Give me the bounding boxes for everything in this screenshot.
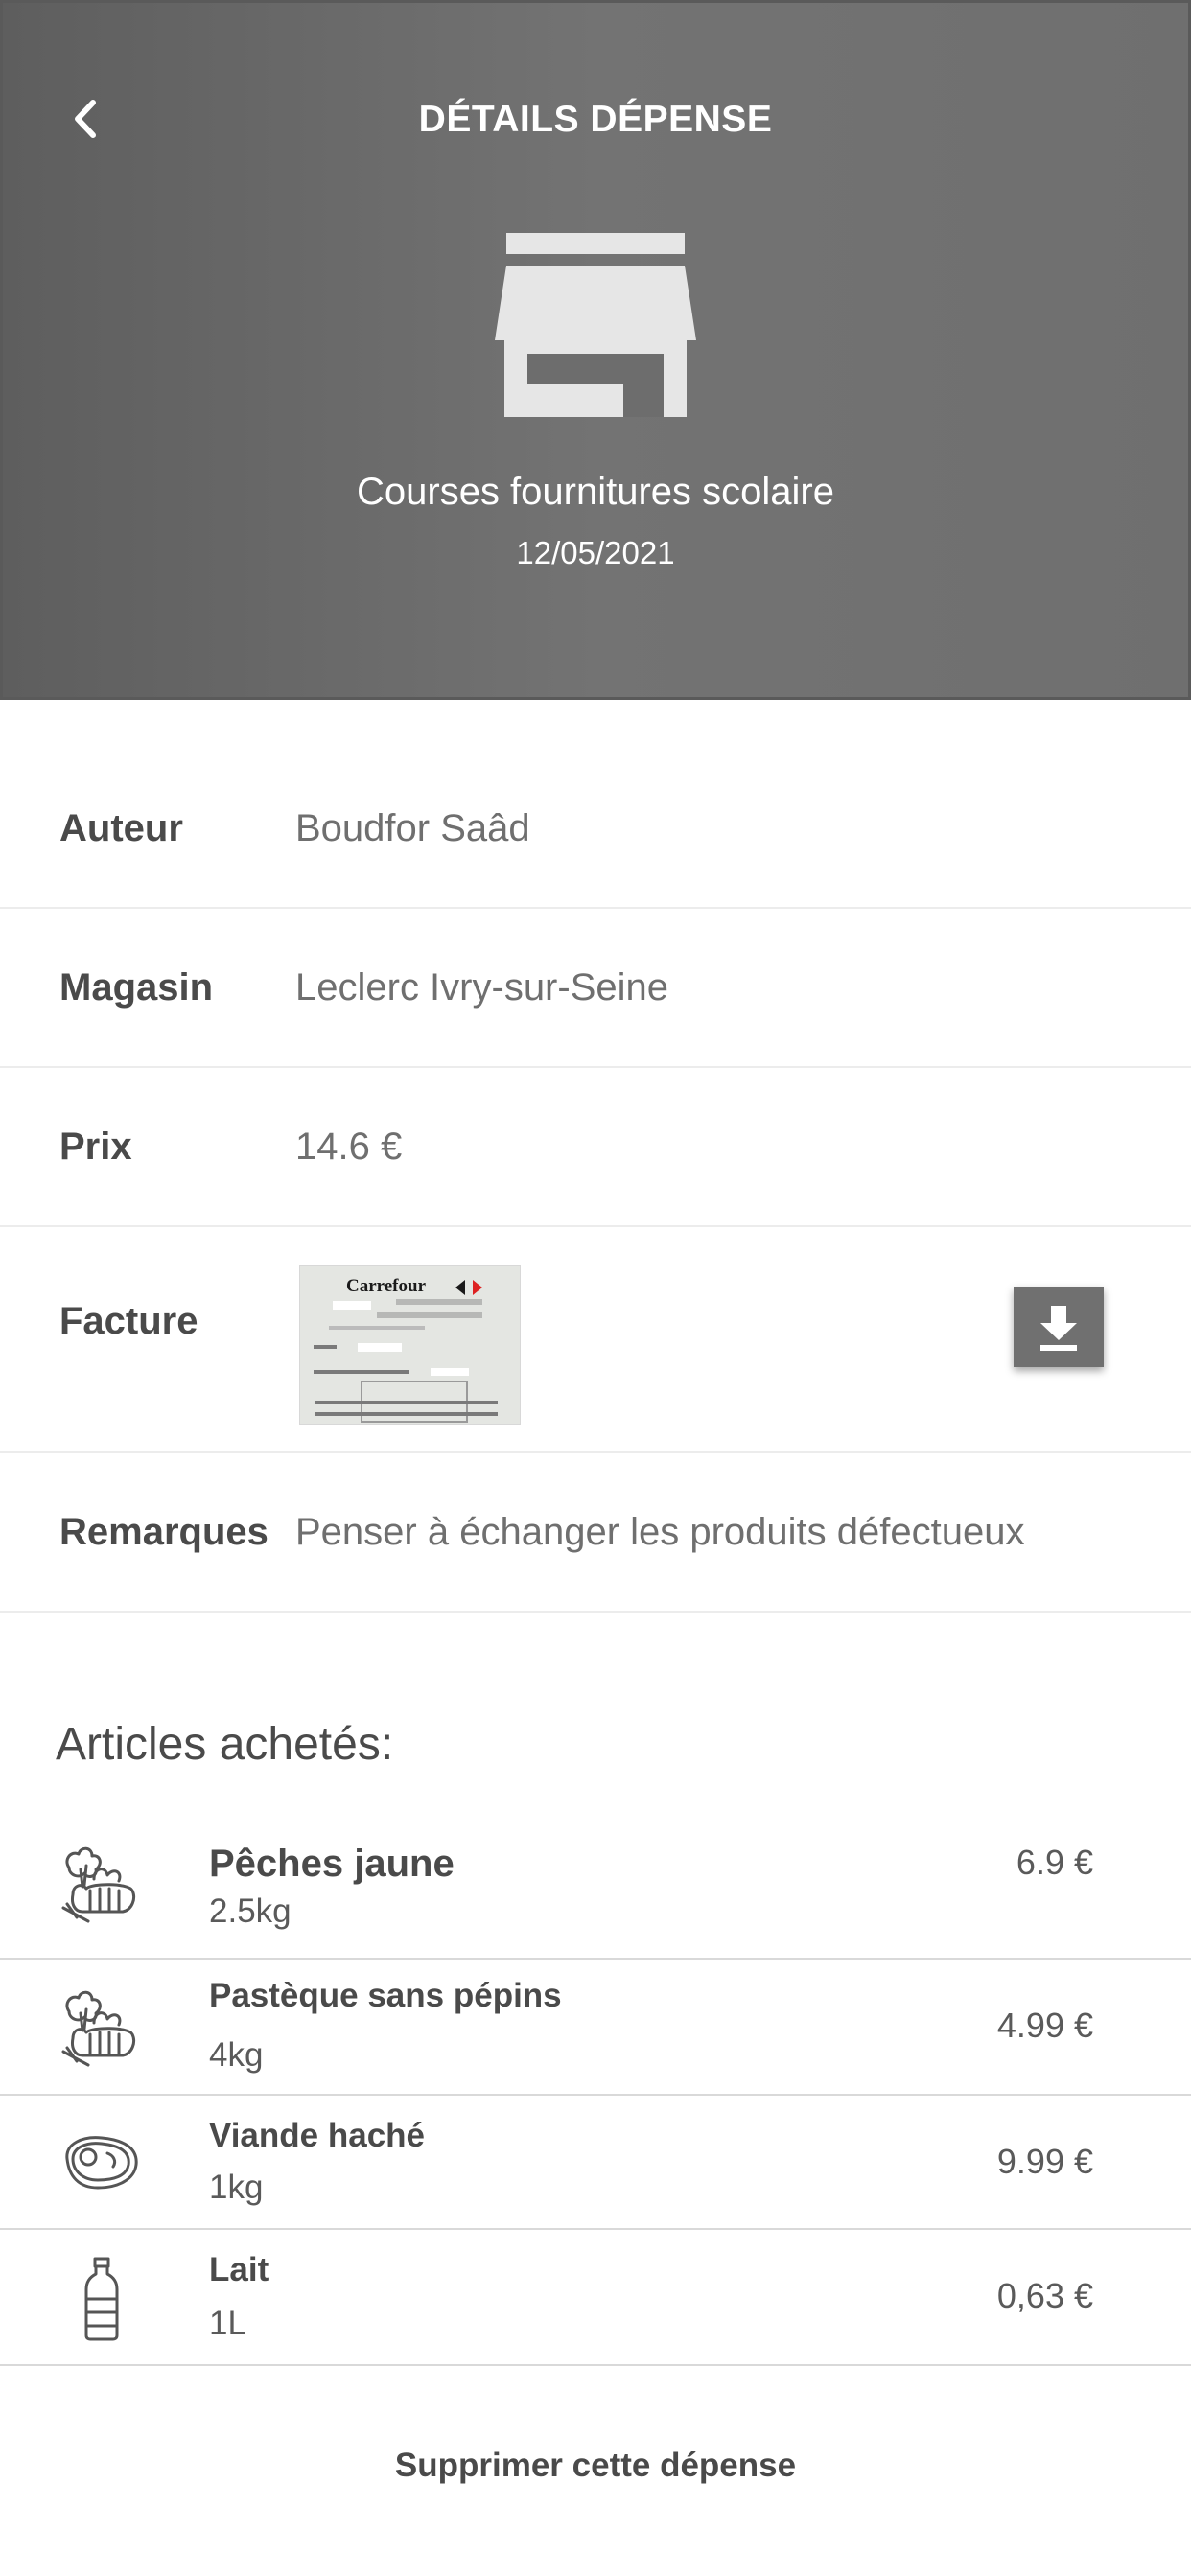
remarks-value: Penser à échanger les produits défectueu… [295,1511,1025,1553]
store-value: Leclerc Ivry-sur-Seine [295,966,669,1009]
author-value: Boudfor Saâd [295,807,530,849]
store-label: Magasin [59,966,214,1009]
header: DÉTAILS DÉPENSE Courses fournitures scol… [0,0,1191,700]
article-price: 0,63 € [996,2276,1093,2315]
article-quantity: 1L [209,2305,246,2342]
price-label: Prix [59,1126,132,1168]
vegetables-icon [61,1990,136,2067]
article-item[interactable]: Viande haché 1kg 9.99 € [0,2096,1191,2230]
bottle-icon [84,2257,119,2341]
article-price: 9.99 € [996,2142,1093,2181]
expense-name: Courses fournitures scolaire [357,471,834,513]
articles-title: Articles achetés: [56,1719,394,1770]
remarks-row: Remarques Penser à échanger les produits… [0,1453,1191,1613]
article-quantity: 1kg [209,2169,264,2206]
receipt-brand: Carrefour [346,1276,427,1296]
store-icon [495,233,696,417]
steak-icon [65,2136,138,2190]
invoice-label: Facture [59,1300,198,1342]
article-quantity: 4kg [209,2036,264,2074]
article-name: Pastèque sans pépins [209,1977,562,2014]
page-title: DÉTAILS DÉPENSE [418,99,773,140]
receipt-image: Carrefour [300,1266,520,1424]
delete-expense-button[interactable]: Supprimer cette dépense [0,2447,1191,2485]
article-name: Pêches jaune [209,1843,455,1885]
article-item[interactable]: Pastèque sans pépins 4kg 4.99 € [0,1960,1191,2096]
invoice-row: Facture [0,1227,1191,1453]
author-label: Auteur [59,807,183,849]
expense-date: 12/05/2021 [516,535,675,570]
article-name: Viande haché [209,2117,426,2154]
remarks-label: Remarques [59,1511,269,1553]
download-invoice-button[interactable] [1014,1287,1104,1367]
price-value: 14.6 € [295,1126,403,1168]
article-quantity: 2.5kg [209,1892,292,1930]
store-row: Magasin Leclerc Ivry-sur-Seine [0,909,1191,1068]
author-row: Auteur Boudfor Saâd [0,700,1191,909]
vegetables-icon [61,1846,136,1923]
article-item[interactable]: Pêches jaune 2.5kg 6.9 € [0,1814,1191,1960]
article-price: 4.99 € [996,2006,1093,2045]
article-item[interactable]: Lait 1L 0,63 € [0,2230,1191,2366]
download-icon [1040,1306,1077,1351]
invoice-thumbnail[interactable]: Carrefour [299,1265,521,1425]
article-price: 6.9 € [1016,1843,1093,1882]
article-name: Lait [209,2251,269,2288]
price-row: Prix 14.6 € [0,1068,1191,1227]
